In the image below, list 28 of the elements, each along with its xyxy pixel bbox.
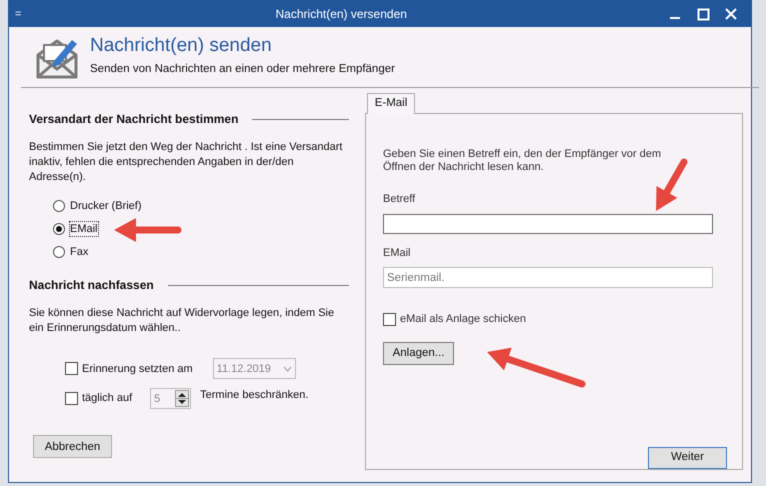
subject-field[interactable] (383, 214, 713, 234)
menu-glyph[interactable]: = (15, 6, 22, 22)
radio-option[interactable]: Fax (53, 245, 88, 259)
radio-option[interactable]: Drucker (Brief) (53, 199, 142, 213)
email-field[interactable]: Serienmail. (383, 267, 713, 288)
checkbox-option[interactable]: eMail als Anlage schicken (383, 310, 526, 328)
description-text: Bestimmen Sie jetzt den Weg der Nachricht . Ist eine Versandart inaktiv, fehlen die entsprechenden Angaben in der/den Adresse(n). (29, 140, 344, 185)
field-label: EMail (383, 246, 412, 261)
close-icon (725, 8, 737, 20)
field-label: Betreff (383, 192, 416, 207)
annotation-arrow (114, 218, 182, 242)
annotation-arrow (656, 158, 688, 211)
tab[interactable]: E-Mail (367, 93, 415, 114)
cancel-button[interactable]: Abbrechen (33, 435, 112, 458)
window-title: Nachricht(en) versenden (274, 6, 408, 23)
description-text: Geben Sie einen Betreff ein, den der Empfänger vor dem Öffnen der Nachricht lesen kann. (383, 148, 662, 174)
dialog-heading: Nachricht(en) senden (90, 35, 273, 57)
section-heading: Versandart der Nachricht bestimmen (29, 112, 238, 126)
radio-option[interactable]: EMail (53, 222, 98, 236)
minimize-icon (670, 17, 680, 19)
suffix-text: Termine beschränken. (200, 388, 308, 402)
next-button[interactable]: Weiter (648, 446, 727, 469)
maximize-icon (696, 8, 710, 20)
attachments-button[interactable]: Anlagen... (383, 342, 454, 365)
description-text: Sie können diese Nachricht auf Widervorlage legen, indem Sie ein Erinnerungsdatum wählen.. (29, 306, 336, 336)
section-heading: Nachricht nachfassen (29, 278, 154, 292)
dialog-subtitle: Senden von Nachrichten an einen oder mehrere Empfänger (90, 62, 395, 77)
dropdown-caret-icon (282, 366, 292, 372)
